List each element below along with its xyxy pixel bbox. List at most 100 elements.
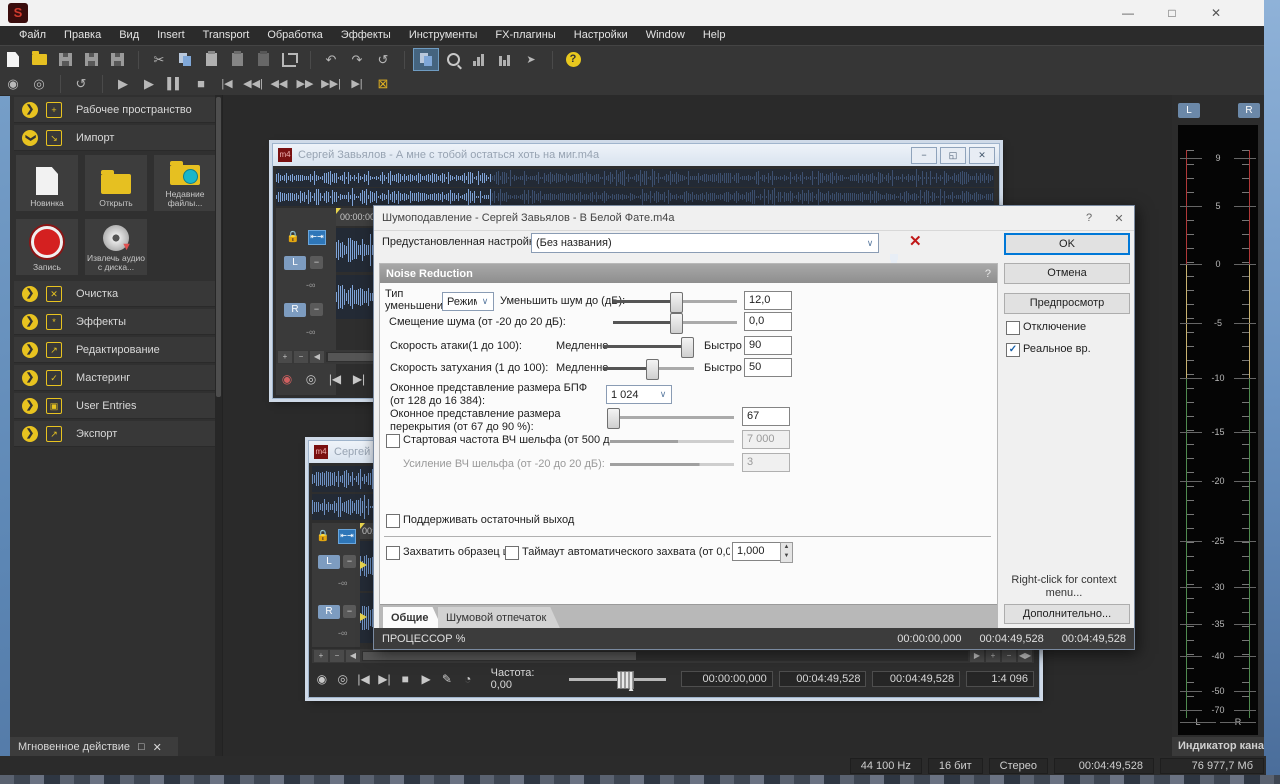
redo-icon[interactable]: ↷ [345, 49, 369, 70]
menu-help[interactable]: Help [694, 26, 735, 45]
dialog-titlebar[interactable]: Шумоподавление - Сергей Завьялов - В Бел… [374, 206, 1134, 231]
capture-timeout-checkbox[interactable] [505, 546, 519, 560]
meter-panel-title[interactable]: Индикатор каналов [1172, 737, 1264, 756]
ok-button[interactable]: OK [1004, 233, 1130, 255]
zoom-out-2-button[interactable]: − [1002, 650, 1016, 662]
cut-icon[interactable]: ✂ [147, 49, 171, 70]
spin-up-icon[interactable]: ▲ [781, 543, 792, 552]
rewind-icon[interactable]: ◀◀ [267, 73, 291, 94]
open-file-icon[interactable] [27, 49, 51, 70]
zoom-out-button[interactable]: − [330, 650, 344, 662]
go-to-end-icon[interactable]: ▶| [348, 372, 370, 386]
minimize-button[interactable]: − [911, 147, 937, 164]
right-channel-button[interactable]: R [318, 605, 340, 619]
paste-icon[interactable] [199, 49, 223, 70]
go-to-start-icon[interactable]: |◀ [215, 73, 239, 94]
capture-timeout-value[interactable]: 1,000 [732, 542, 782, 561]
menu-window[interactable]: Window [637, 26, 694, 45]
select-tool-icon[interactable] [493, 49, 517, 70]
playhead-marker[interactable] [336, 208, 341, 214]
shelf-start-checkbox[interactable] [386, 434, 400, 448]
close-icon[interactable]: ✕ [153, 741, 162, 754]
tile-extract-audio[interactable]: Извлечь аудио с диска... [85, 219, 147, 275]
bypass-checkbox[interactable] [1006, 321, 1020, 335]
menu-tools[interactable]: Инструменты [400, 26, 487, 45]
panel-help-icon[interactable]: ? [985, 268, 991, 280]
meter-left-button[interactable]: L [1178, 103, 1200, 118]
sidebar-item-user-entries[interactable]: ❯ ▣ User Entries [14, 393, 218, 419]
save-as-icon[interactable] [79, 49, 103, 70]
more-button[interactable]: Дополнительно... [1004, 604, 1130, 624]
meter-right-button[interactable]: R [1238, 103, 1260, 118]
lock-icon[interactable]: 🔒 [286, 230, 300, 243]
scrollbar-track[interactable] [362, 651, 968, 661]
close-button[interactable]: ✕ [969, 147, 995, 164]
go-to-start-icon[interactable]: |◀ [354, 672, 374, 686]
scroll-left-button[interactable]: ◀ [346, 650, 360, 662]
sidebar-scrollbar[interactable] [215, 95, 222, 775]
level-meter[interactable]: 9 5 0 -5 -10 -15 -20 -25 -30 -35 -40 -50… [1178, 125, 1258, 735]
tile-open[interactable]: Открыть [85, 155, 147, 211]
forward-all-icon[interactable]: ▶▶| [319, 73, 343, 94]
copy-icon[interactable] [173, 49, 197, 70]
cursor-tool-icon[interactable]: ➤ [519, 49, 543, 70]
preset-combobox[interactable]: (Без названия)∨ [531, 233, 879, 253]
marker-tool-icon[interactable]: ⇤⇥ [308, 230, 326, 245]
left-channel-button[interactable]: L [318, 555, 340, 569]
zoom-in-button[interactable]: + [278, 351, 292, 363]
residual-output-checkbox[interactable] [386, 514, 400, 528]
scroll-right-button[interactable]: ▶ [970, 650, 984, 662]
dialog-close-icon[interactable]: ✕ [1104, 212, 1134, 225]
tile-new[interactable]: Новинка [16, 155, 78, 211]
zoom-selection-icon[interactable] [413, 48, 439, 71]
pencil-tool-icon[interactable]: ✎ [437, 672, 457, 686]
record-arm-icon[interactable]: ◎ [333, 672, 353, 686]
save-all-icon[interactable] [105, 49, 129, 70]
timeout-spinner[interactable]: ▲ ▼ [780, 542, 793, 563]
record-arm-icon[interactable]: ◎ [27, 73, 51, 94]
menu-fx-plugins[interactable]: FX-плагины [486, 26, 564, 45]
realtime-checkbox[interactable]: ✓ [1006, 343, 1020, 357]
paste-special-icon[interactable] [225, 49, 249, 70]
menu-file[interactable]: Файл [10, 26, 55, 45]
tile-recent-files[interactable]: Недавние файлы... [154, 155, 216, 211]
sidebar-item-mastering[interactable]: ❯ ✓ Мастеринг [14, 365, 218, 391]
marker-tool-icon[interactable]: ⇤⇥ [338, 529, 356, 544]
sidebar-item-workspace[interactable]: ❯ + Рабочее пространство [14, 97, 218, 123]
statistics-icon[interactable] [467, 49, 491, 70]
dialog-help-icon[interactable]: ? [1074, 212, 1104, 225]
overview-waveform-right[interactable] [276, 188, 994, 206]
rewind-all-icon[interactable]: ◀◀| [241, 73, 265, 94]
attack-speed-value[interactable]: 90 [744, 336, 792, 355]
overlap-size-slider[interactable] [608, 416, 734, 419]
record-icon[interactable]: ◉ [276, 372, 298, 386]
noise-bias-value[interactable]: 0,0 [744, 312, 792, 331]
play-icon[interactable]: ▶ [137, 73, 161, 94]
collapse-right-button[interactable]: − [310, 303, 323, 316]
exit-loop-icon[interactable]: ⊠ [371, 73, 395, 94]
pause-icon[interactable]: ▌▌ [163, 73, 187, 94]
sidebar-item-export[interactable]: ❯ ↗ Экспорт [14, 421, 218, 447]
reduction-type-combobox[interactable]: Режим С∨ [442, 292, 494, 311]
right-channel-button[interactable]: R [284, 303, 306, 317]
spin-down-icon[interactable]: ▼ [781, 552, 792, 561]
zoom-in-2-button[interactable]: + [986, 650, 1000, 662]
menu-transport[interactable]: Transport [194, 26, 259, 45]
save-icon[interactable] [53, 49, 77, 70]
overview-waveform-left[interactable] [276, 169, 994, 187]
close-button[interactable]: ✕ [1194, 0, 1238, 26]
go-to-end-icon[interactable]: ▶| [345, 73, 369, 94]
new-file-icon[interactable] [1, 49, 25, 70]
sidebar-item-cleanup[interactable]: ❯ ✕ Очистка [14, 281, 218, 307]
mix-paste-icon[interactable] [251, 49, 275, 70]
record-arm-icon[interactable]: ◎ [300, 372, 322, 386]
instant-action-tab[interactable]: Мгновенное действие □ ✕ [10, 737, 178, 757]
fft-size-combobox[interactable]: 1 024∨ [606, 385, 672, 404]
noise-bias-slider[interactable] [613, 321, 737, 324]
restore-button[interactable]: ◱ [940, 147, 966, 164]
context-help-icon[interactable]: ? [561, 49, 585, 70]
window1-titlebar[interactable]: m4 Сергей Завьялов - А мне с тобой остат… [273, 144, 999, 166]
zoom-in-button[interactable]: + [314, 650, 328, 662]
sidebar-item-editing[interactable]: ❯ ↗ Редактирование [14, 337, 218, 363]
undo-icon[interactable]: ↶ [319, 49, 343, 70]
